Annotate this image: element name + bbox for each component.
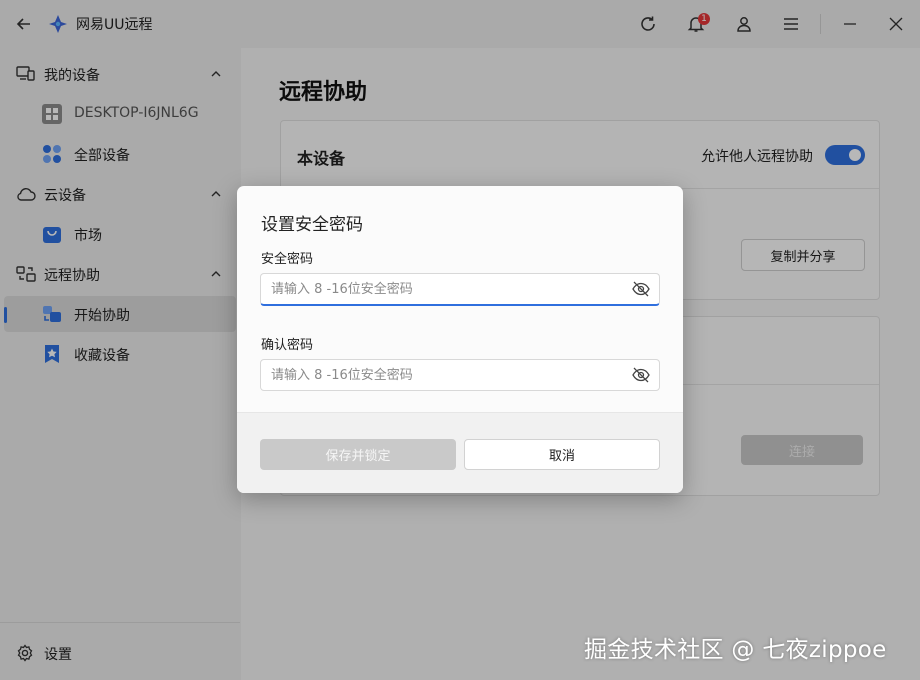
confirm-password-field[interactable] (260, 359, 660, 391)
confirm-password-label: 确认密码 (261, 338, 314, 353)
set-password-dialog: 设置安全密码 安全密码 确认密码 保存并锁定 取消 (237, 186, 683, 493)
watermark: 掘金技术社区 @ 七夜zippoe (584, 637, 887, 663)
eye-off-icon[interactable] (631, 280, 651, 298)
eye-off-icon[interactable] (631, 366, 651, 384)
password-field[interactable] (260, 273, 660, 306)
save-lock-button[interactable]: 保存并锁定 (260, 439, 456, 470)
cancel-button[interactable]: 取消 (464, 439, 660, 470)
dialog-footer: 保存并锁定 取消 (237, 412, 683, 493)
password-label: 安全密码 (261, 252, 314, 267)
password-input[interactable] (271, 274, 621, 304)
dialog-title: 设置安全密码 (261, 215, 363, 235)
confirm-password-input[interactable] (271, 360, 621, 390)
